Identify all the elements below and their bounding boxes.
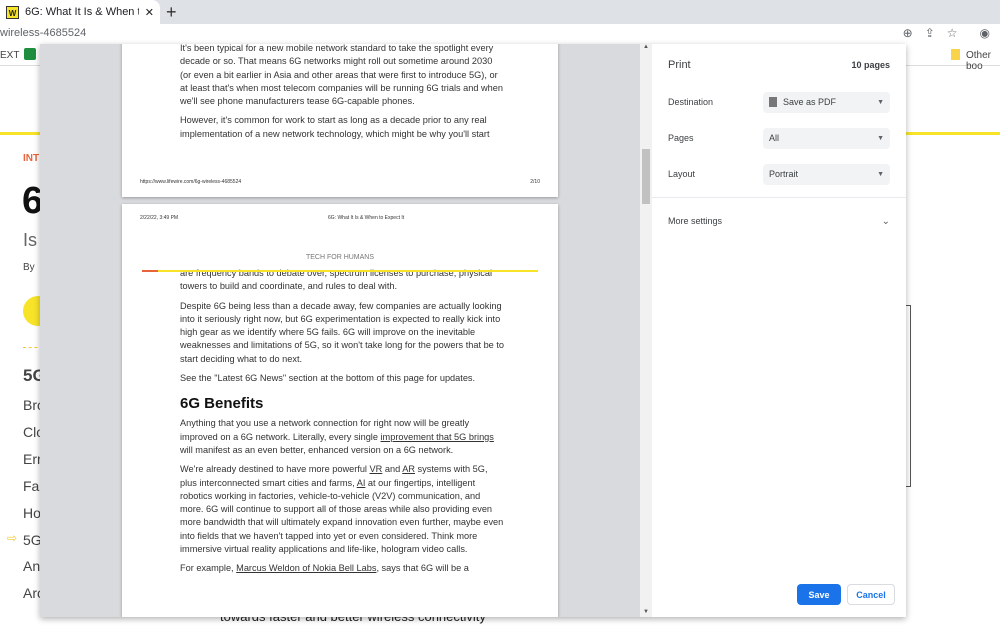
chevron-down-icon: ⌄ <box>881 215 890 227</box>
paragraph: See the "Latest 6G News" section at the … <box>180 373 476 384</box>
pages-label: Pages <box>668 133 694 143</box>
more-settings-label: More settings <box>668 216 723 226</box>
site-tagline: TECH FOR HUMANS <box>305 254 375 261</box>
link[interactable]: improvement that 5G brings <box>381 432 494 442</box>
scrollbar-thumb[interactable] <box>642 149 650 204</box>
bookmark-other[interactable]: Other boo <box>966 50 1000 72</box>
new-tab-button[interactable]: + <box>166 2 177 23</box>
chevron-down-icon: ▼ <box>877 170 884 178</box>
print-preview: It's been typical for a new mobile netwo… <box>40 44 652 617</box>
tab-strip: W 6G: What It Is & When to Expect ✕ + <box>0 0 1000 24</box>
site-header-rule <box>142 270 538 272</box>
text: We're already destined to have more powe… <box>180 464 370 475</box>
preview-page-2: It's been typical for a new mobile netwo… <box>122 44 558 197</box>
close-tab-icon[interactable]: ✕ <box>145 6 154 19</box>
link[interactable]: VR <box>370 464 383 474</box>
tab-active[interactable]: W 6G: What It Is & When to Expect ✕ <box>0 0 160 24</box>
page-header-title: 6G: What It Is & When to Expect It <box>328 215 405 221</box>
print-title: Print <box>668 59 691 71</box>
share-icon[interactable]: ⇪ <box>925 26 935 40</box>
chevron-down-icon: ▼ <box>877 98 884 106</box>
text: For example, <box>180 563 237 574</box>
profile-icon[interactable]: ◉ <box>980 26 990 40</box>
link[interactable]: AR <box>402 464 415 474</box>
print-settings-panel: Print 10 pages Destination Save as PDF ▼ … <box>652 44 906 617</box>
article-subtitle: Is <box>23 230 38 250</box>
category-label: INT <box>23 153 40 164</box>
text: and <box>382 464 403 475</box>
background-frame <box>906 305 911 487</box>
chevron-down-icon: ▼ <box>877 134 884 142</box>
more-settings-toggle[interactable]: More settings ⌄ <box>668 210 890 232</box>
folder-icon <box>951 49 960 60</box>
scroll-up-icon[interactable]: ▲ <box>643 44 649 50</box>
link[interactable]: Marcus Weldon of Nokia Bell Labs <box>236 563 376 573</box>
paragraph: Despite 6G being less than a decade away… <box>180 300 505 364</box>
toc-item-active[interactable]: 5G <box>23 532 42 548</box>
scroll-down-icon[interactable]: ▼ <box>643 609 649 615</box>
bookmark-ext[interactable]: EXT <box>0 50 19 61</box>
paragraph: It's been typical for a new mobile netwo… <box>180 44 503 107</box>
page-count: 10 pages <box>851 60 890 70</box>
cancel-button[interactable]: Cancel <box>847 584 895 605</box>
text: will manifest as an even better, enhance… <box>180 444 454 455</box>
destination-select[interactable]: Save as PDF ▼ <box>763 91 890 113</box>
layout-label: Layout <box>668 169 696 179</box>
divider <box>652 197 906 198</box>
layout-value: Portrait <box>769 169 799 179</box>
byline: By <box>23 262 35 273</box>
lifewire-favicon-icon: W <box>6 5 19 19</box>
preview-scrollbar[interactable]: ▲ ▼ <box>640 44 652 617</box>
sheets-icon[interactable] <box>24 48 36 60</box>
text: , says that 6G will be a <box>376 563 469 574</box>
address-bar[interactable]: wireless-4685524 ⊕ ⇪ ☆ ◉ <box>0 24 1000 44</box>
toc-item[interactable]: Ho <box>23 505 41 521</box>
page-header-date: 2/22/22, 3:49 PM <box>140 215 179 221</box>
document-icon <box>769 97 777 107</box>
accent-rule <box>142 270 158 272</box>
page-number: 2/10 <box>530 179 540 185</box>
paragraph: However, it's common for work to start a… <box>180 115 490 139</box>
destination-value: Save as PDF <box>783 97 837 107</box>
zoom-icon[interactable]: ⊕ <box>903 26 913 40</box>
star-icon[interactable]: ☆ <box>947 26 958 40</box>
save-button[interactable]: Save <box>797 584 841 605</box>
toc-item[interactable]: Err <box>23 451 42 467</box>
pages-value: All <box>769 133 780 143</box>
page-footer-url: https://www.lifewire.com/6g-wireless-468… <box>140 179 242 185</box>
text: at our fingertips, intelligent robotics … <box>180 477 504 555</box>
tab-title: 6G: What It Is & When to Expect <box>25 6 139 18</box>
arrow-icon: ⇨ <box>7 531 18 545</box>
layout-select[interactable]: Portrait ▼ <box>763 163 890 185</box>
print-dialog: It's been typical for a new mobile netwo… <box>40 44 906 617</box>
url-text[interactable]: wireless-4685524 <box>0 27 86 39</box>
section-heading: 6G Benefits <box>180 395 264 413</box>
destination-label: Destination <box>668 97 714 107</box>
pages-select[interactable]: All ▼ <box>763 127 890 149</box>
preview-page-3: 2/22/22, 3:49 PM 6G: What It Is & When t… <box>122 204 558 617</box>
